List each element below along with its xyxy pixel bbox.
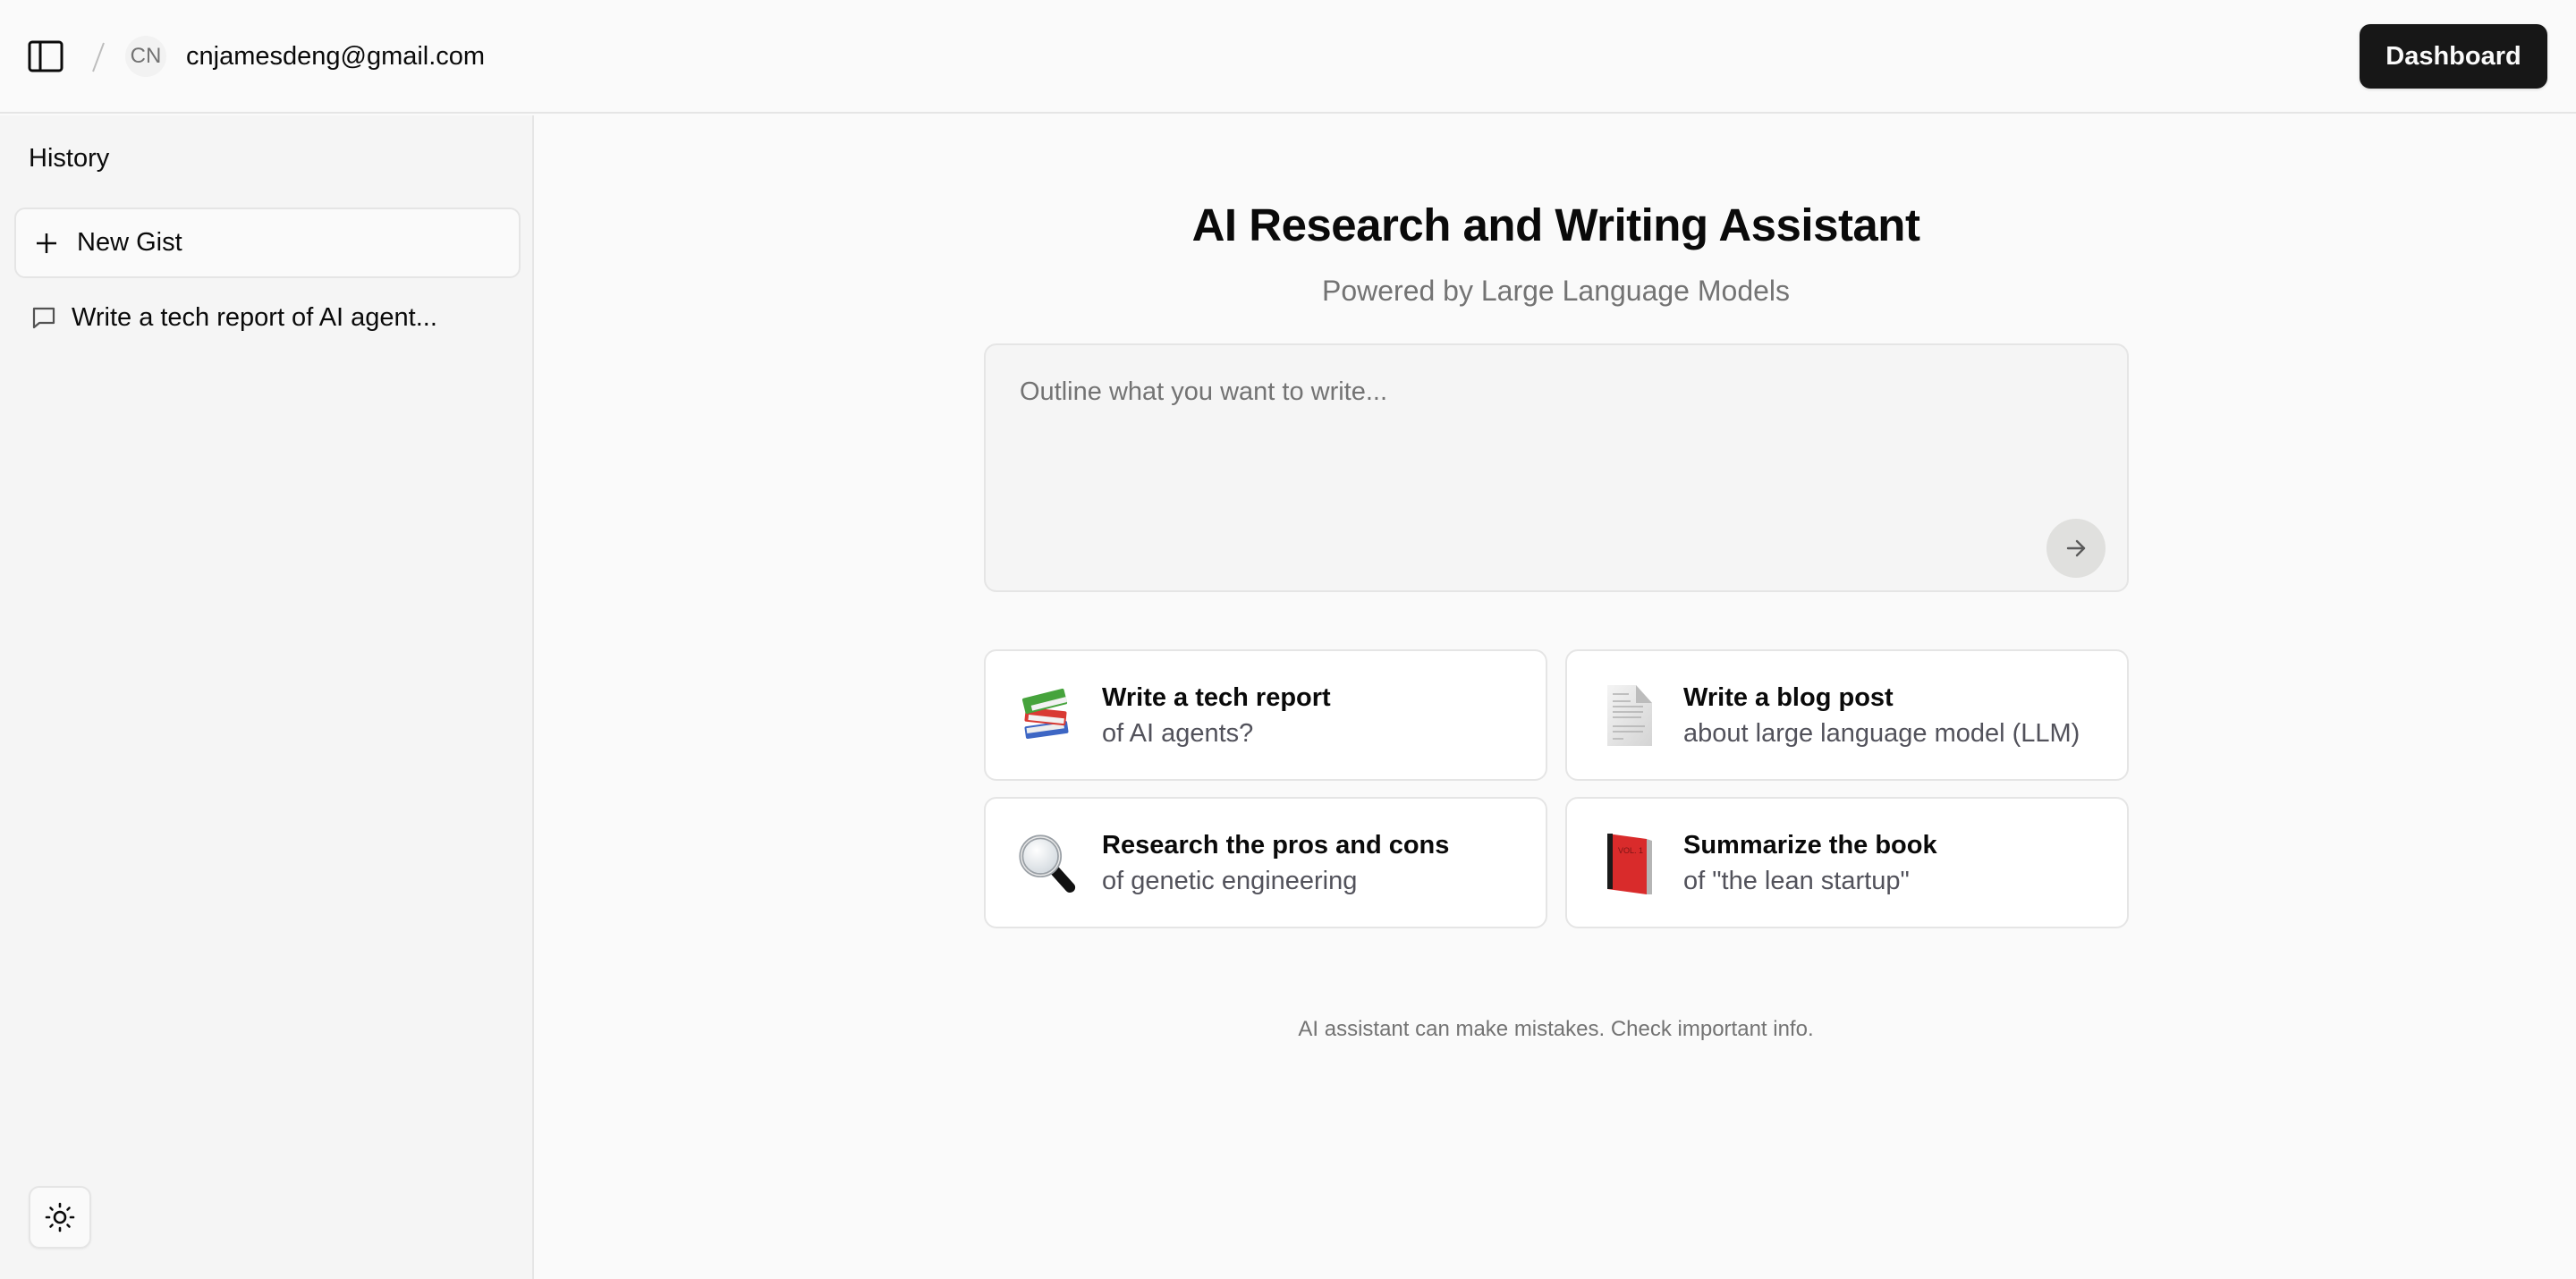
history-heading: History bbox=[29, 144, 110, 173]
svg-text:VOL. 1: VOL. 1 bbox=[1618, 846, 1643, 855]
suggestion-subtitle: of "the lean startup" bbox=[1683, 866, 1910, 895]
plus-icon bbox=[37, 233, 56, 253]
user-email: cnjamesdeng@gmail.com bbox=[186, 42, 486, 71]
history-item[interactable]: Write a tech report of AI agent... bbox=[14, 291, 521, 344]
suggestion-card-research[interactable]: Research the pros and cons of genetic en… bbox=[984, 797, 1547, 928]
magnifying-glass-icon bbox=[1016, 827, 1079, 899]
suggestion-title: Research the pros and cons bbox=[1102, 830, 1450, 860]
breadcrumb-separator bbox=[92, 42, 105, 72]
sun-icon bbox=[45, 1202, 75, 1232]
suggestion-card-summarize-book[interactable]: VOL. 1 Summarize the book of "the lean s… bbox=[1565, 797, 2129, 928]
closed-book-icon: VOL. 1 bbox=[1597, 827, 1660, 899]
send-button[interactable] bbox=[2046, 519, 2106, 578]
prompt-input[interactable] bbox=[1020, 377, 2048, 556]
avatar[interactable]: CN bbox=[125, 36, 166, 77]
prompt-box bbox=[984, 343, 2129, 592]
suggestion-grid: Write a tech report of AI agents? Write … bbox=[984, 649, 2129, 928]
arrow-right-icon bbox=[2066, 539, 2086, 557]
new-gist-label: New Gist bbox=[77, 228, 182, 257]
suggestion-card-blog-post[interactable]: Write a blog post about large language m… bbox=[1565, 649, 2129, 781]
new-gist-button[interactable]: New Gist bbox=[14, 208, 521, 278]
page-facing-up-icon bbox=[1597, 680, 1660, 751]
message-square-icon bbox=[32, 307, 55, 329]
theme-toggle-button[interactable] bbox=[29, 1186, 91, 1249]
suggestion-card-tech-report[interactable]: Write a tech report of AI agents? bbox=[984, 649, 1547, 781]
suggestion-subtitle: of AI agents? bbox=[1102, 718, 1254, 748]
sidebar: History New Gist Write a tech report of … bbox=[0, 115, 534, 1279]
page-subtitle: Powered by Large Language Models bbox=[1321, 275, 1791, 307]
page-title: AI Research and Writing Assistant bbox=[1191, 199, 1920, 250]
dashboard-button[interactable]: Dashboard bbox=[2360, 24, 2547, 89]
suggestion-title: Write a tech report bbox=[1102, 682, 1331, 712]
panel-left-icon bbox=[28, 40, 64, 72]
suggestion-title: Summarize the book bbox=[1683, 830, 1937, 860]
suggestion-subtitle: of genetic engineering bbox=[1102, 866, 1358, 895]
disclaimer-text: AI assistant can make mistakes. Check im… bbox=[1298, 1017, 1814, 1041]
books-icon bbox=[1016, 680, 1079, 751]
suggestion-subtitle: about large language model (LLM) bbox=[1683, 718, 2080, 748]
top-bar: CN cnjamesdeng@gmail.com Dashboard bbox=[0, 0, 2576, 114]
sidebar-toggle-button[interactable] bbox=[27, 39, 64, 73]
suggestion-title: Write a blog post bbox=[1683, 682, 1894, 712]
history-item-label: Write a tech report of AI agent... bbox=[72, 302, 437, 332]
